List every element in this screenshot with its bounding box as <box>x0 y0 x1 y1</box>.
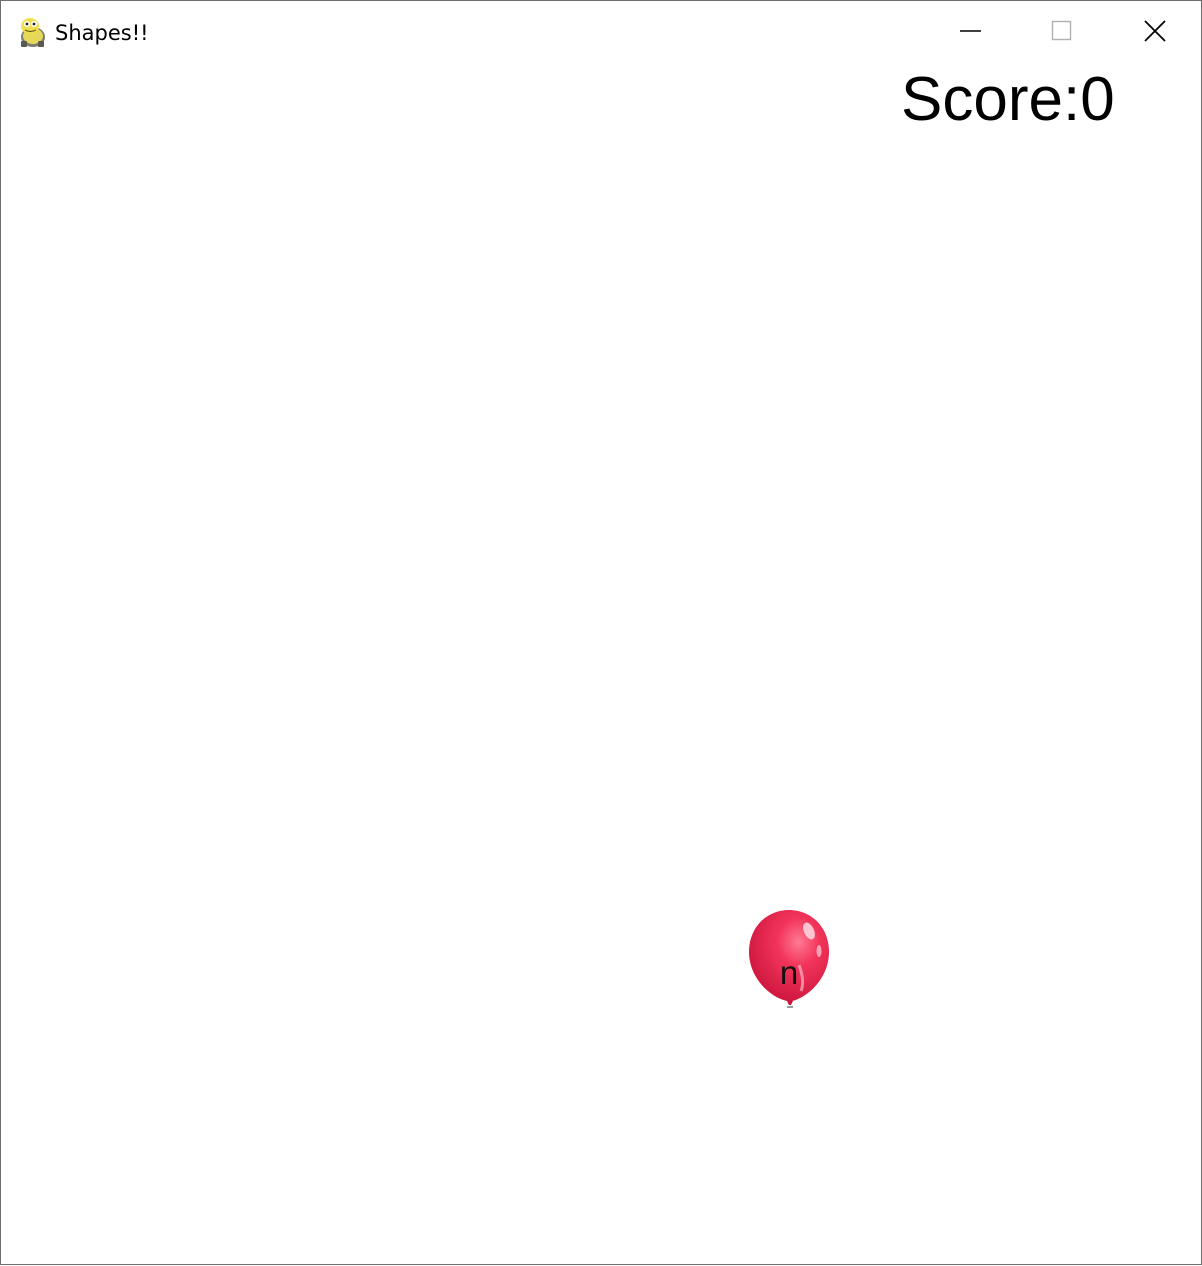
maximize-icon <box>1051 20 1073 42</box>
minimize-icon <box>960 20 982 42</box>
score-display: Score:0 <box>901 67 1115 133</box>
pygame-snake-icon <box>18 15 48 49</box>
score-label: Score: <box>901 65 1081 134</box>
minimize-button[interactable] <box>925 1 1017 61</box>
score-value: 0 <box>1080 65 1115 134</box>
game-window: Shapes!! Score:0 n <box>0 0 1202 1265</box>
window-title: Shapes!! <box>55 21 149 45</box>
close-button[interactable] <box>1109 1 1201 61</box>
balloon[interactable]: n <box>747 907 833 1011</box>
window-edge-fragment <box>1146 1257 1186 1266</box>
balloon-letter: n <box>779 954 799 991</box>
game-canvas[interactable] <box>1 63 1201 1264</box>
close-icon <box>1144 20 1166 42</box>
maximize-button[interactable] <box>1016 1 1108 61</box>
title-bar[interactable]: Shapes!! <box>1 1 1201 63</box>
